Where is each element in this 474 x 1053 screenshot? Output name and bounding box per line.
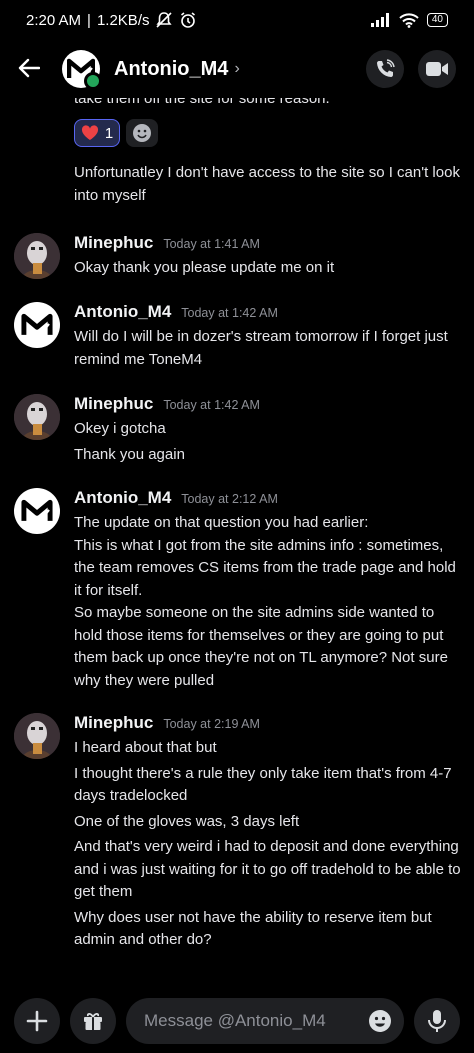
user-avatar-icon xyxy=(14,233,60,279)
heart-reaction[interactable]: 1 xyxy=(74,119,120,147)
add-reaction-button[interactable] xyxy=(126,119,158,147)
chat-header: Antonio_M4 › xyxy=(0,40,474,98)
author-name[interactable]: Antonio_M4 xyxy=(74,302,171,322)
signal-icon xyxy=(370,13,389,27)
arrow-left-icon xyxy=(18,58,41,77)
reaction-bar: 1 xyxy=(74,119,158,147)
plus-icon xyxy=(26,1010,48,1031)
reaction-count: 1 xyxy=(104,124,114,142)
online-status-dot xyxy=(84,72,102,90)
timestamp: Today at 1:42 AM xyxy=(181,306,278,320)
network-speed: 1.2KB/s xyxy=(96,11,150,29)
video-call-button[interactable] xyxy=(418,50,456,88)
message-text: Will do I will be in dozer's stream tomo… xyxy=(74,328,448,368)
timestamp: Today at 1:42 AM xyxy=(163,398,260,412)
video-camera-icon xyxy=(426,62,448,76)
status-bar: 2:20 AM | 1.2KB/s 40 xyxy=(0,0,474,40)
contact-name[interactable]: Antonio_M4 xyxy=(114,58,228,81)
alarm-icon xyxy=(181,12,196,28)
voice-call-button[interactable] xyxy=(366,50,404,88)
back-button[interactable] xyxy=(18,54,48,85)
message-text: And that's very weird i had to deposit a… xyxy=(74,838,461,900)
smiley-add-icon xyxy=(133,124,151,142)
message-text: I thought there's a rule they only take … xyxy=(74,764,452,805)
message-text: Unfortunatley I don't have access to the… xyxy=(74,164,460,204)
author-name[interactable]: Antonio_M4 xyxy=(74,488,171,508)
chevron-right-icon[interactable]: › xyxy=(234,60,239,78)
battery-icon: 40 xyxy=(426,13,448,27)
author-name[interactable]: Minephuc xyxy=(74,233,153,253)
header-avatar[interactable] xyxy=(62,50,102,90)
heart-icon xyxy=(81,125,98,140)
avatar[interactable] xyxy=(14,713,60,759)
mute-bell-icon xyxy=(156,12,173,28)
emoji-button[interactable] xyxy=(368,1009,392,1038)
message-text: Okay thank you please update me on it xyxy=(74,259,335,276)
avatar[interactable] xyxy=(14,488,60,534)
message-text: Why does user not have the ability to re… xyxy=(74,908,432,949)
wifi-icon xyxy=(399,12,419,28)
microphone-icon xyxy=(428,1009,446,1032)
message-text: One of the gloves was, 3 days left xyxy=(74,812,300,830)
emoji-icon xyxy=(369,1009,391,1032)
m4-logo-icon xyxy=(21,499,53,522)
message-input-wrapper xyxy=(126,997,404,1044)
message-text: The update on that question you had earl… xyxy=(74,514,369,531)
phone-icon xyxy=(377,59,395,77)
message-text: take them off the site for some reason. xyxy=(74,98,330,107)
avatar[interactable] xyxy=(14,394,60,440)
message-text: This is what I got from the site admins … xyxy=(74,536,456,599)
composer-bar xyxy=(0,988,474,1053)
status-time: 2:20 AM xyxy=(26,11,82,29)
message-text: Okey i gotcha xyxy=(74,420,166,437)
author-name[interactable]: Minephuc xyxy=(74,394,153,414)
timestamp: Today at 1:41 AM xyxy=(163,237,260,251)
message-text: Thank you again xyxy=(74,445,185,463)
gift-button[interactable] xyxy=(70,997,116,1044)
voice-message-button[interactable] xyxy=(414,997,460,1044)
message-text: So maybe someone on the site admins side… xyxy=(74,604,448,689)
user-avatar-icon xyxy=(14,394,60,440)
timestamp: Today at 2:12 AM xyxy=(181,492,278,506)
message-text: I heard about that but xyxy=(74,739,217,756)
attach-button[interactable] xyxy=(14,997,60,1044)
user-avatar-icon xyxy=(14,713,60,759)
author-name[interactable]: Minephuc xyxy=(74,713,153,733)
avatar[interactable] xyxy=(14,233,60,279)
message-input[interactable] xyxy=(142,1009,356,1032)
avatar[interactable] xyxy=(14,302,60,348)
gift-icon xyxy=(84,1012,102,1030)
message-list[interactable]: take them off the site for some reason. … xyxy=(0,98,474,988)
m4-logo-icon xyxy=(21,313,53,336)
timestamp: Today at 2:19 AM xyxy=(163,717,260,731)
